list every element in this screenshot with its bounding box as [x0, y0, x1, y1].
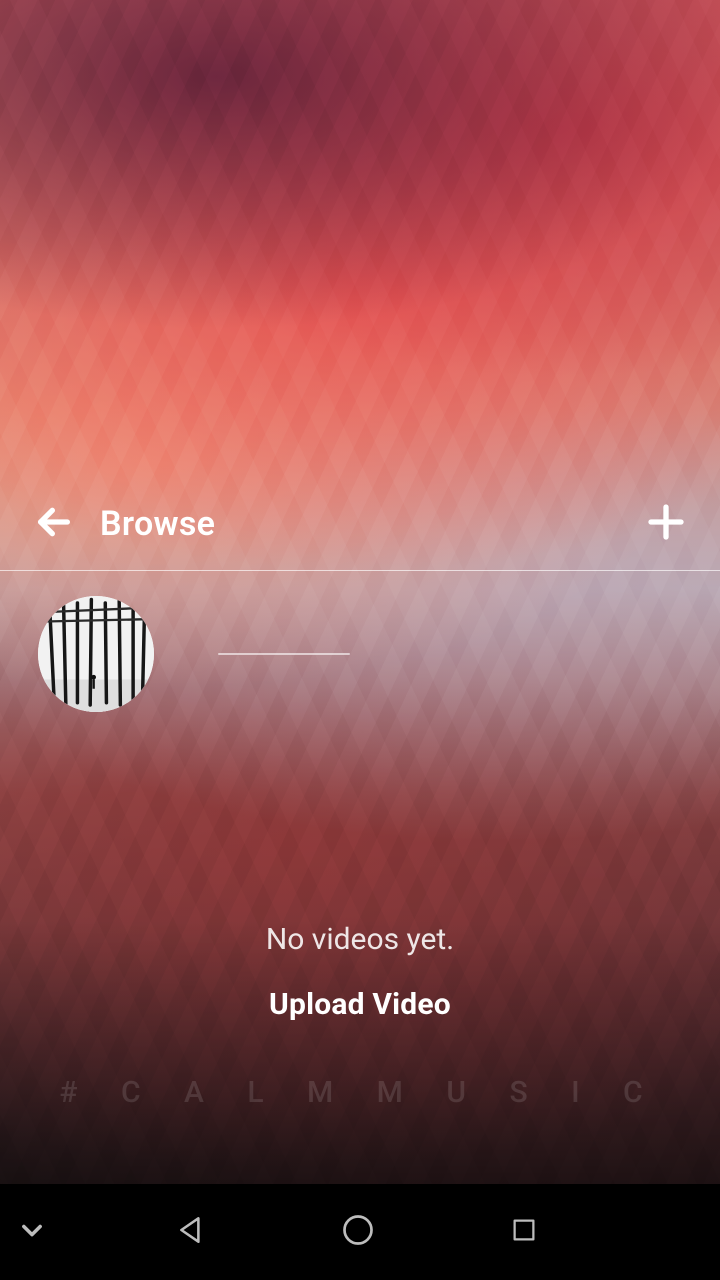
- header-divider: [0, 570, 720, 571]
- profile-row: [38, 596, 350, 712]
- nav-recents-button[interactable]: [501, 1209, 547, 1255]
- nav-center: [46, 1209, 670, 1255]
- system-nav-bar: [0, 1184, 720, 1280]
- plus-icon: [646, 502, 686, 546]
- add-button[interactable]: [640, 498, 692, 550]
- circle-home-icon: [340, 1212, 376, 1252]
- screen: Browse: [0, 0, 720, 1280]
- empty-state-message: No videos yet.: [0, 922, 720, 957]
- triangle-back-icon: [175, 1213, 209, 1251]
- header-bar: Browse: [0, 478, 720, 570]
- back-button[interactable]: [28, 498, 80, 550]
- nav-home-button[interactable]: [335, 1209, 381, 1255]
- square-recents-icon: [509, 1215, 539, 1249]
- arrow-left-icon: [34, 502, 74, 546]
- nav-collapse-button[interactable]: [18, 1216, 46, 1248]
- chevron-down-icon: [18, 1229, 46, 1248]
- channel-name-placeholder: [218, 653, 350, 655]
- upload-video-button[interactable]: Upload Video: [0, 987, 720, 1022]
- nav-back-button[interactable]: [169, 1209, 215, 1255]
- empty-state: No videos yet. Upload Video: [0, 922, 720, 1022]
- hashtag-watermark: # C A L M M U S I C: [0, 1075, 720, 1110]
- avatar[interactable]: [38, 596, 154, 712]
- header-title: Browse: [100, 504, 215, 544]
